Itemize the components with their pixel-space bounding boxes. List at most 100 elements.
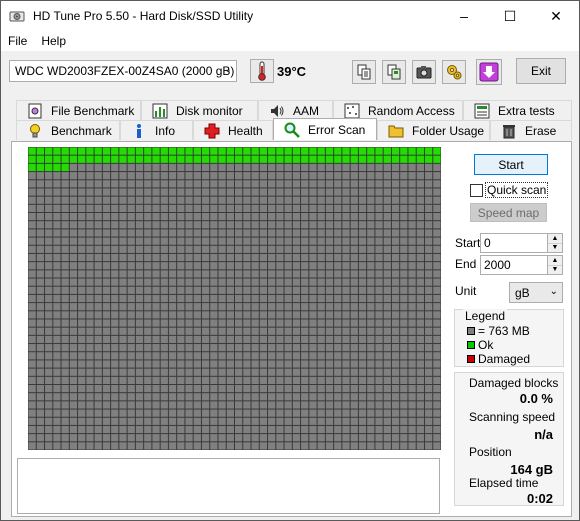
maximize-button[interactable]: ☐ bbox=[487, 1, 533, 31]
exit-button[interactable]: Exit bbox=[516, 58, 566, 84]
block-unscanned bbox=[325, 163, 334, 172]
unit-select[interactable]: gB ⌄ bbox=[509, 282, 563, 303]
block-unscanned bbox=[193, 262, 201, 270]
tab-random-access[interactable]: Random Access bbox=[333, 100, 463, 120]
block-unscanned bbox=[342, 196, 350, 204]
quick-scan-checkbox[interactable] bbox=[470, 183, 483, 197]
block-unscanned bbox=[325, 319, 334, 327]
drive-select[interactable]: WDC WD2003FZEX-00Z4SA0 (2000 gB) ⌄ bbox=[9, 60, 237, 82]
tab-extra-tests[interactable]: Extra tests bbox=[463, 100, 572, 120]
menu-help[interactable]: Help bbox=[34, 34, 73, 48]
menu-file[interactable]: File bbox=[1, 34, 34, 48]
block-unscanned bbox=[259, 262, 268, 270]
block-unscanned bbox=[367, 434, 375, 442]
block-unscanned bbox=[292, 188, 301, 196]
block-unscanned bbox=[391, 434, 400, 442]
end-field[interactable]: 2000 ▲ ▼ bbox=[480, 255, 563, 275]
tab-file-benchmark[interactable]: File Benchmark bbox=[16, 100, 141, 120]
minimize-button[interactable]: – bbox=[441, 1, 487, 31]
block-unscanned bbox=[268, 344, 276, 352]
block-unscanned bbox=[218, 393, 226, 401]
tab-erase[interactable]: Erase bbox=[490, 120, 572, 140]
tab-folder-usage[interactable]: Folder Usage bbox=[377, 120, 490, 140]
block-unscanned bbox=[276, 278, 284, 286]
copy-all-button[interactable] bbox=[382, 60, 406, 84]
block-unscanned bbox=[78, 286, 86, 294]
block-unscanned bbox=[201, 311, 210, 319]
block-unscanned bbox=[218, 286, 226, 294]
start-button[interactable]: Start bbox=[474, 154, 548, 175]
block-unscanned bbox=[201, 253, 210, 262]
block-unscanned bbox=[284, 163, 292, 172]
block-unscanned bbox=[201, 245, 210, 253]
block-unscanned bbox=[135, 327, 144, 335]
block-unscanned bbox=[309, 434, 317, 442]
block-unscanned bbox=[218, 180, 226, 188]
extra-tests-icon bbox=[474, 103, 490, 119]
spin-up-icon[interactable]: ▲ bbox=[548, 256, 562, 265]
tab-health[interactable]: Health bbox=[193, 120, 273, 140]
block-unscanned bbox=[94, 401, 102, 409]
block-unscanned bbox=[102, 262, 111, 270]
unit-select-value: gB bbox=[515, 285, 530, 300]
block-unscanned bbox=[160, 311, 168, 319]
block-unscanned bbox=[284, 352, 292, 360]
block-unscanned bbox=[276, 319, 284, 327]
block-unscanned bbox=[375, 360, 383, 368]
quick-scan-option[interactable]: Quick scan bbox=[470, 182, 549, 198]
block-unscanned bbox=[317, 245, 325, 253]
spin-up-icon[interactable]: ▲ bbox=[548, 234, 562, 243]
block-unscanned bbox=[301, 442, 309, 450]
close-button[interactable]: ✕ bbox=[533, 1, 579, 31]
block-unscanned bbox=[276, 196, 284, 204]
tab-info[interactable]: Info bbox=[120, 120, 193, 140]
block-unscanned bbox=[342, 172, 350, 180]
block-unscanned bbox=[61, 294, 69, 303]
block-unscanned bbox=[210, 204, 218, 213]
tab-disk-monitor[interactable]: Disk monitor bbox=[141, 100, 258, 120]
block-unscanned bbox=[201, 434, 210, 442]
block-unscanned bbox=[210, 303, 218, 311]
tab-aam[interactable]: AAM bbox=[258, 100, 333, 120]
screenshot-button[interactable] bbox=[412, 60, 436, 84]
scan-log[interactable] bbox=[17, 458, 440, 514]
block-unscanned bbox=[317, 417, 325, 425]
block-unscanned bbox=[86, 360, 94, 368]
block-unscanned bbox=[276, 401, 284, 409]
tab-error-scan[interactable]: Error Scan bbox=[273, 118, 377, 140]
copy-info-button[interactable] bbox=[352, 60, 376, 84]
block-unscanned bbox=[61, 368, 69, 376]
block-unscanned bbox=[350, 434, 358, 442]
tab-benchmark[interactable]: Benchmark bbox=[16, 120, 120, 140]
start-spinner[interactable]: ▲ ▼ bbox=[547, 234, 562, 252]
block-unscanned bbox=[201, 319, 210, 327]
speed-map-button[interactable]: Speed map bbox=[470, 203, 547, 222]
quick-scan-label[interactable]: Quick scan bbox=[485, 182, 549, 198]
tab-label: Extra tests bbox=[498, 103, 555, 118]
spin-down-icon[interactable]: ▼ bbox=[548, 264, 562, 274]
block-ok bbox=[251, 155, 259, 163]
block-unscanned bbox=[226, 303, 234, 311]
block-unscanned bbox=[276, 229, 284, 237]
options-button[interactable] bbox=[442, 60, 466, 84]
end-spinner[interactable]: ▲ ▼ bbox=[547, 256, 562, 274]
block-unscanned bbox=[292, 311, 301, 319]
start-field[interactable]: 0 ▲ ▼ bbox=[480, 233, 563, 253]
block-unscanned bbox=[408, 434, 416, 442]
block-unscanned bbox=[358, 344, 367, 352]
block-unscanned bbox=[78, 204, 86, 213]
block-unscanned bbox=[317, 425, 325, 434]
save-button[interactable] bbox=[476, 59, 502, 85]
block-unscanned bbox=[53, 417, 61, 425]
block-unscanned bbox=[334, 368, 342, 376]
block-unscanned bbox=[284, 327, 292, 335]
block-unscanned bbox=[276, 368, 284, 376]
temperature-button[interactable] bbox=[250, 59, 274, 83]
block-unscanned bbox=[309, 294, 317, 303]
block-unscanned bbox=[334, 303, 342, 311]
block-unscanned bbox=[144, 253, 152, 262]
spin-down-icon[interactable]: ▼ bbox=[548, 242, 562, 252]
block-unscanned bbox=[268, 384, 276, 393]
block-unscanned bbox=[177, 172, 185, 180]
block-unscanned bbox=[53, 434, 61, 442]
